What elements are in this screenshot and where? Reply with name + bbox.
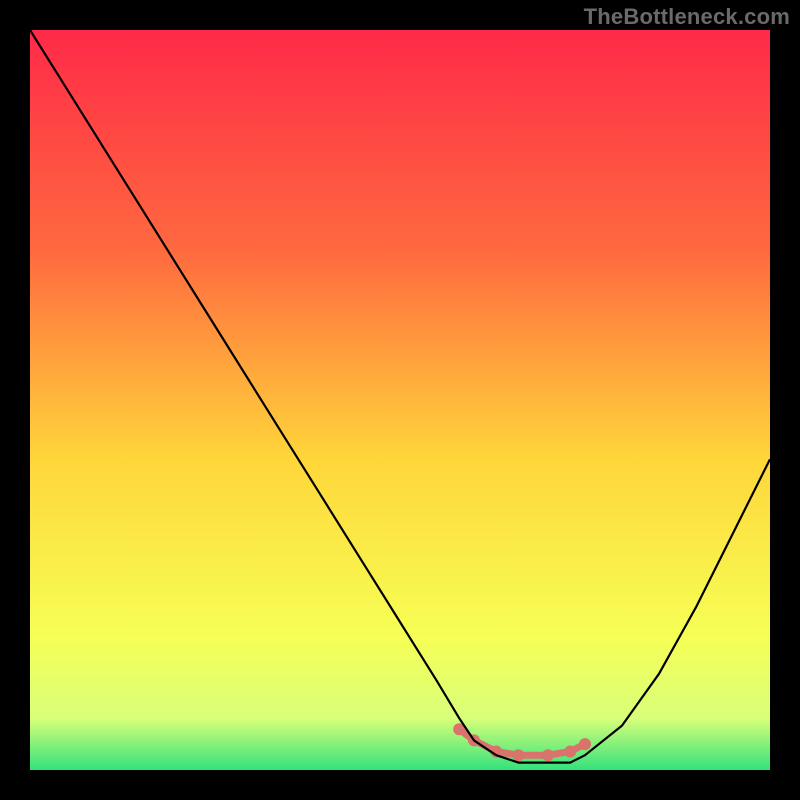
marker-dot bbox=[579, 738, 591, 750]
plot-svg bbox=[30, 30, 770, 770]
watermark-text: TheBottleneck.com bbox=[584, 4, 790, 30]
gradient-background bbox=[30, 30, 770, 770]
chart-stage: TheBottleneck.com bbox=[0, 0, 800, 800]
plot-area bbox=[30, 30, 770, 770]
